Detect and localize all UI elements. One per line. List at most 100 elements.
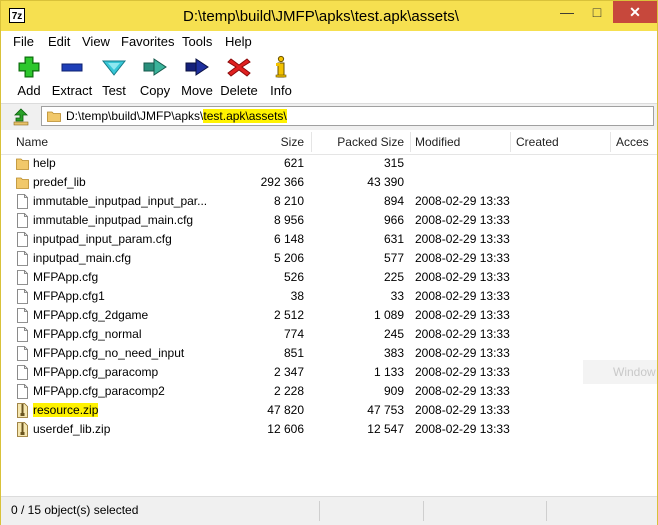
status-text: 0 / 15 object(s) selected xyxy=(11,503,139,517)
table-row[interactable]: predef_lib 292 366 43 390 xyxy=(1,173,657,192)
window-title: D:\temp\build\JMFP\apks\test.apk\assets\ xyxy=(183,8,459,25)
file-size: 774 xyxy=(283,327,304,341)
file-icon xyxy=(17,251,28,266)
file-name: MFPApp.cfg_paracomp2 xyxy=(33,384,165,398)
file-size: 292 366 xyxy=(260,175,304,189)
file-size: 8 210 xyxy=(273,194,304,208)
file-name: inputpad_input_param.cfg xyxy=(33,232,172,246)
menu-help[interactable]: Help xyxy=(225,34,252,49)
move-label: Move xyxy=(181,83,213,98)
file-packed-size: 1 089 xyxy=(373,308,404,322)
folder-icon xyxy=(16,177,29,189)
menu-view[interactable]: View xyxy=(82,34,110,49)
maximize-button[interactable]: □ xyxy=(583,1,611,23)
windows-watermark: Window xyxy=(583,360,657,384)
file-size: 2 228 xyxy=(273,384,304,398)
path-highlighted: test.apk\assets\ xyxy=(203,109,287,123)
column-header-packed-size[interactable]: Packed Size xyxy=(337,130,404,154)
table-row[interactable]: MFPApp.cfg_2dgame 2 512 1 089 2008-02-29 13… xyxy=(1,306,657,325)
table-row[interactable]: MFPApp.cfg_no_need_input 851 383 2008-02-29… xyxy=(1,344,657,363)
table-row[interactable]: MFPApp.cfg_paracomp 2 347 1 133 2008-02-29 … xyxy=(1,363,657,382)
column-divider[interactable] xyxy=(610,132,611,152)
file-icon xyxy=(17,308,28,323)
file-packed-size: 33 xyxy=(390,289,404,303)
menu-edit[interactable]: Edit xyxy=(48,34,70,49)
path-input[interactable]: D:\temp\build\JMFP\apks\test.apk\assets\ xyxy=(41,106,654,126)
file-packed-size: 894 xyxy=(383,194,404,208)
copy-button[interactable]: Copy xyxy=(137,55,173,98)
status-divider xyxy=(546,501,547,521)
up-folder-icon[interactable] xyxy=(13,108,29,126)
file-modified: 2008-02-29 13:33 xyxy=(415,213,510,227)
app-window: 7z D:\temp\build\JMFP\apks\test.apk\asse… xyxy=(0,0,658,525)
file-packed-size: 966 xyxy=(383,213,404,227)
column-divider[interactable] xyxy=(510,132,511,152)
delete-label: Delete xyxy=(220,83,258,98)
table-row[interactable]: MFPApp.cfg 526 225 2008-02-29 13:33 xyxy=(1,268,657,287)
file-name: predef_lib xyxy=(33,175,86,189)
table-row[interactable]: immutable_inputpad_main.cfg 8 956 966 2008-… xyxy=(1,211,657,230)
file-name: resource.zip xyxy=(33,403,99,417)
table-row[interactable]: immutable_inputpad_input_par... 8 210 894 2… xyxy=(1,192,657,211)
close-button[interactable]: ✕ xyxy=(613,1,657,23)
file-packed-size: 43 390 xyxy=(367,175,404,189)
add-button[interactable]: Add xyxy=(11,55,47,98)
table-row[interactable]: resource.zip 47 820 47 753 2008-02-29 13:33 xyxy=(1,401,657,420)
file-size: 38 xyxy=(290,289,304,303)
file-icon xyxy=(17,327,28,342)
file-icon xyxy=(17,289,28,304)
copy-arrow-icon xyxy=(143,58,167,76)
file-icon xyxy=(17,232,28,247)
table-row[interactable]: MFPApp.cfg_paracomp2 2 228 909 2008-02-29 1… xyxy=(1,382,657,401)
file-modified: 2008-02-29 13:33 xyxy=(415,289,510,303)
file-icon xyxy=(17,346,28,361)
file-size: 851 xyxy=(283,346,304,360)
menu-bar: File Edit View Favorites Tools Help xyxy=(1,31,657,51)
minimize-button[interactable]: — xyxy=(553,1,581,23)
extract-button[interactable]: Extract xyxy=(51,55,93,98)
test-button[interactable]: Test xyxy=(97,55,131,98)
path-prefix: D:\temp\build\JMFP\apks\ xyxy=(66,109,204,123)
move-button[interactable]: Move xyxy=(179,55,215,98)
file-modified: 2008-02-29 13:33 xyxy=(415,308,510,322)
file-modified: 2008-02-29 13:33 xyxy=(415,422,510,436)
column-header-created[interactable]: Created xyxy=(516,130,559,154)
table-row[interactable]: MFPApp.cfg_normal 774 245 2008-02-29 13:33 xyxy=(1,325,657,344)
table-row[interactable]: help 621 315 xyxy=(1,154,657,173)
info-button[interactable]: Info xyxy=(265,55,297,98)
file-modified: 2008-02-29 13:33 xyxy=(415,365,510,379)
delete-button[interactable]: Delete xyxy=(219,55,259,98)
menu-tools[interactable]: Tools xyxy=(182,34,212,49)
file-name: MFPApp.cfg_paracomp xyxy=(33,365,159,379)
file-modified: 2008-02-29 13:33 xyxy=(415,384,510,398)
title-bar[interactable]: 7z D:\temp\build\JMFP\apks\test.apk\asse… xyxy=(1,1,657,31)
file-packed-size: 315 xyxy=(383,156,404,170)
file-icon xyxy=(17,194,28,209)
folder-icon xyxy=(47,111,61,122)
table-row[interactable]: MFPApp.cfg1 38 33 2008-02-29 13:33 xyxy=(1,287,657,306)
menu-file[interactable]: File xyxy=(13,34,34,49)
toolbar: Add Extract Test Copy Move Delete Info xyxy=(1,51,657,103)
column-header-name[interactable]: Name xyxy=(16,130,48,154)
column-header-modified[interactable]: Modified xyxy=(415,130,460,154)
file-packed-size: 245 xyxy=(383,327,404,341)
file-size: 47 820 xyxy=(267,403,304,417)
delete-x-icon xyxy=(227,58,251,77)
file-packed-size: 383 xyxy=(383,346,404,360)
column-header-size[interactable]: Size xyxy=(281,130,304,154)
move-arrow-icon xyxy=(185,58,209,76)
zip-icon xyxy=(17,403,28,418)
table-row[interactable]: inputpad_input_param.cfg 6 148 631 2008-02-… xyxy=(1,230,657,249)
table-row[interactable]: userdef_lib.zip 12 606 12 547 2008-02-29 13… xyxy=(1,420,657,439)
file-packed-size: 1 133 xyxy=(373,365,404,379)
add-label: Add xyxy=(17,83,41,98)
folder-icon xyxy=(16,158,29,170)
column-divider[interactable] xyxy=(311,132,312,152)
file-icon xyxy=(17,384,28,399)
file-size: 526 xyxy=(283,270,304,284)
file-size: 12 606 xyxy=(267,422,304,436)
menu-favorites[interactable]: Favorites xyxy=(121,34,174,49)
column-divider[interactable] xyxy=(410,132,411,152)
table-row[interactable]: inputpad_main.cfg 5 206 577 2008-02-29 13:3… xyxy=(1,249,657,268)
column-header-accessed[interactable]: Acces xyxy=(616,130,649,154)
